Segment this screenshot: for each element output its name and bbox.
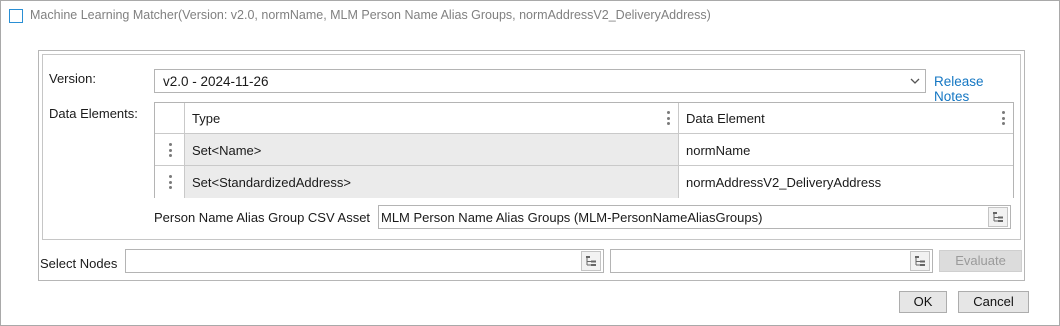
config-group: Version: v2.0 - 2024-11-26 Release Notes… [42,54,1021,240]
kebab-menu-icon [168,175,172,189]
cancel-button[interactable]: Cancel [958,291,1029,313]
column-header-label: Data Element [686,111,765,126]
type-value: Set<StandardizedAddress> [192,175,351,190]
window-title: Machine Learning Matcher(Version: v2.0, … [30,8,711,22]
version-value: v2.0 - 2024-11-26 [163,74,269,89]
tree-select-icon [993,212,1003,222]
node-select-field-2[interactable] [610,249,933,273]
table-row[interactable]: Set<StandardizedAddress> normAddressV2_D… [155,166,1013,198]
asset-field[interactable]: MLM Person Name Alias Groups (MLM-Person… [378,205,1011,229]
data-element-cell[interactable]: normName [679,134,1013,165]
tree-select-icon [586,256,596,266]
column-header-data-element[interactable]: Data Element [679,103,1013,134]
column-header-label: Type [192,111,221,126]
table-row[interactable]: Set<Name> normName [155,134,1013,166]
type-value: Set<Name> [192,143,262,158]
evaluate-button[interactable]: Evaluate [939,250,1022,272]
data-element-cell[interactable]: normAddressV2_DeliveryAddress [679,166,1013,198]
data-element-value: normName [686,143,751,158]
type-cell[interactable]: Set<StandardizedAddress> [185,166,679,198]
kebab-menu-icon[interactable] [1001,111,1005,125]
node-picker-button-1[interactable] [581,251,601,271]
window-icon [9,8,23,23]
row-drag-handle[interactable] [155,166,185,198]
settings-panel: Version: v2.0 - 2024-11-26 Release Notes… [38,50,1025,281]
handle-column-header [155,103,185,134]
data-element-value: normAddressV2_DeliveryAddress [686,175,882,190]
kebab-menu-icon[interactable] [666,111,670,125]
dialog-window: Machine Learning Matcher(Version: v2.0, … [0,0,1060,326]
asset-value: MLM Person Name Alias Groups (MLM-Person… [381,210,763,225]
select-nodes-label: Select Nodes [40,256,118,271]
table-header: Type Data Element [155,103,1013,134]
data-elements-label: Data Elements: [49,106,138,121]
node-select-field-1[interactable] [125,249,604,273]
dropdown-arrow-icon [910,78,920,84]
kebab-menu-icon [168,143,172,157]
asset-label: Person Name Alias Group CSV Asset [154,210,371,225]
column-header-type[interactable]: Type [185,103,679,134]
ok-button[interactable]: OK [899,291,947,313]
data-elements-table: Type Data Element Set<Name> normName Set… [154,102,1014,198]
type-cell[interactable]: Set<Name> [185,134,679,165]
title-bar: Machine Learning Matcher(Version: v2.0, … [1,1,1059,29]
node-picker-button-2[interactable] [910,251,930,271]
release-notes-link[interactable]: Release Notes [934,74,1020,104]
tree-select-icon [915,256,925,266]
version-dropdown[interactable]: v2.0 - 2024-11-26 [154,69,926,93]
row-drag-handle[interactable] [155,134,185,165]
asset-picker-button[interactable] [988,207,1008,227]
version-label: Version: [49,71,96,86]
